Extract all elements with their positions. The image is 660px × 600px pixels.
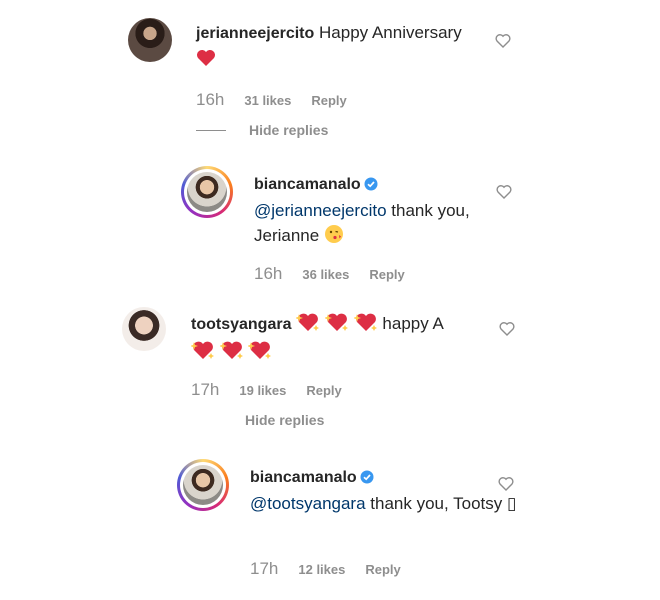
timestamp: 17h xyxy=(191,380,220,399)
comment-meta: 17h 19 likes Reply xyxy=(191,380,342,400)
like-heart-icon[interactable] xyxy=(496,184,512,200)
sparkling-heart-emoji-icon xyxy=(295,312,320,339)
heart-emoji-icon xyxy=(196,49,216,74)
username[interactable]: jerianneejercito xyxy=(196,25,314,42)
mention-link[interactable]: @tootsyangara xyxy=(250,494,366,513)
hide-replies-button[interactable]: Hide replies xyxy=(245,412,324,428)
reply-biancamanalo: biancamanalo @tootsyangara thank you, To… xyxy=(250,464,520,516)
reply-biancamanalo: biancamanalo @jerianneejercito thank you… xyxy=(254,171,524,251)
like-heart-icon[interactable] xyxy=(495,33,511,49)
mention-link[interactable]: @jerianneejercito xyxy=(254,201,387,220)
comment-meta: 17h 12 likes Reply xyxy=(250,559,401,579)
likes-count[interactable]: 31 likes xyxy=(244,93,291,108)
likes-count[interactable]: 36 likes xyxy=(302,267,349,282)
sparkling-heart-emoji-icon xyxy=(218,340,244,367)
avatar-biancamanalo[interactable] xyxy=(177,459,229,511)
username[interactable]: biancamanalo xyxy=(250,469,357,486)
timestamp: 16h xyxy=(196,90,225,109)
timestamp: 17h xyxy=(250,559,279,578)
hide-replies-button[interactable]: Hide replies xyxy=(249,122,328,138)
sparkling-heart-emoji-icon xyxy=(323,312,349,339)
sparkling-heart-emoji-icon xyxy=(190,340,215,367)
avatar-biancamanalo[interactable] xyxy=(181,166,233,218)
timestamp: 16h xyxy=(254,264,283,283)
verified-badge-icon xyxy=(360,466,374,491)
likes-count[interactable]: 12 likes xyxy=(298,562,345,577)
verified-badge-icon xyxy=(364,173,378,198)
comment-meta: 16h 31 likes Reply xyxy=(196,90,347,110)
comment-text: thank you, Tootsy ▯ xyxy=(370,494,517,513)
like-heart-icon[interactable] xyxy=(498,476,514,492)
username[interactable]: biancamanalo xyxy=(254,176,361,193)
comment-meta: 16h 36 likes Reply xyxy=(254,264,405,284)
sparkling-heart-emoji-icon xyxy=(352,312,378,339)
likes-count[interactable]: 19 likes xyxy=(239,383,286,398)
avatar-tootsyangara[interactable] xyxy=(122,307,166,351)
reply-button[interactable]: Reply xyxy=(311,93,346,108)
kiss-emoji-icon xyxy=(324,224,344,251)
comment-tootsyangara: tootsyangara happy A xyxy=(190,311,461,367)
comment-text: happy A xyxy=(382,314,444,333)
reply-button[interactable]: Reply xyxy=(369,267,404,282)
replies-divider xyxy=(196,130,226,131)
reply-button[interactable]: Reply xyxy=(365,562,400,577)
comment-jerianneejercito: jerianneejercito Happy Anniversary xyxy=(196,20,466,74)
username[interactable]: tootsyangara xyxy=(191,316,291,333)
like-heart-icon[interactable] xyxy=(499,321,515,337)
avatar-jerianneejercito[interactable] xyxy=(128,18,172,62)
sparkling-heart-emoji-icon xyxy=(247,340,272,367)
reply-button[interactable]: Reply xyxy=(306,383,341,398)
comment-text: Happy Anniversary xyxy=(319,23,462,42)
